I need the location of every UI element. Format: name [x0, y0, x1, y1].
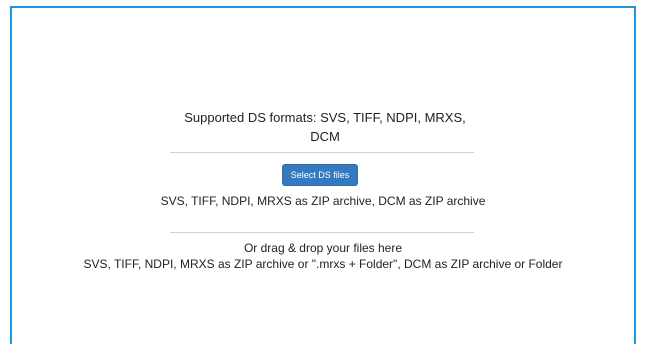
- drag-drop-heading: Or drag & drop your files here: [243, 241, 403, 255]
- divider: [170, 152, 474, 153]
- select-files-hint: SVS, TIFF, NDPI, MRXS as ZIP archive, DC…: [160, 194, 486, 208]
- select-ds-files-button[interactable]: Select DS files: [282, 164, 358, 186]
- upload-panel: Supported DS formats: SVS, TIFF, NDPI, M…: [10, 6, 636, 344]
- divider: [170, 232, 474, 233]
- file-drop-zone[interactable]: Supported DS formats: SVS, TIFF, NDPI, M…: [12, 8, 634, 344]
- drag-drop-hint: SVS, TIFF, NDPI, MRXS as ZIP archive or …: [83, 257, 563, 271]
- supported-formats-heading: Supported DS formats: SVS, TIFF, NDPI, M…: [184, 110, 466, 144]
